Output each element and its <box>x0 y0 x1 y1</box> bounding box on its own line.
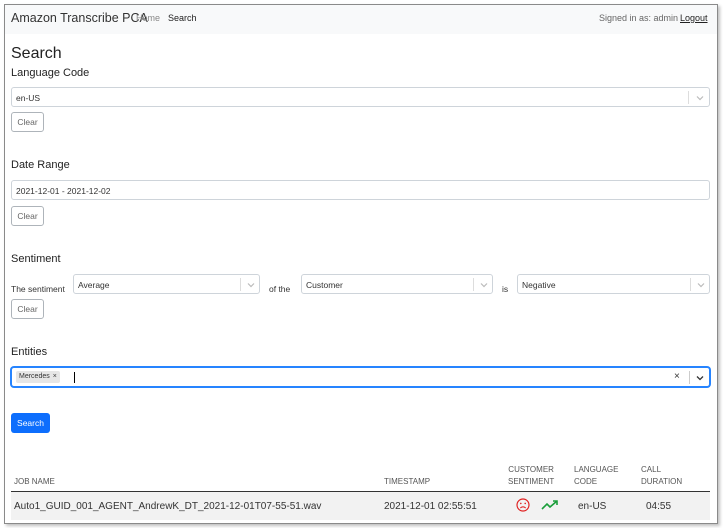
entities-heading: Entities <box>11 346 48 358</box>
nav-search-link[interactable]: Search <box>168 13 197 23</box>
sentiment-clear-button[interactable]: Clear <box>11 299 44 319</box>
table-row[interactable]: Auto1_GUID_001_AGENT_AndrewK_DT_2021-12-… <box>11 492 710 520</box>
app-window: Amazon Transcribe PCA Home Search Signed… <box>4 4 718 524</box>
page-title: Search <box>11 45 62 62</box>
text-caret <box>74 372 75 383</box>
sentiment-prefix-label: The sentiment <box>11 284 65 294</box>
header-line: LANGUAGE <box>574 465 619 474</box>
cell-call-duration: 04:55 <box>646 501 672 512</box>
date-range-clear-button[interactable]: Clear <box>11 206 44 226</box>
search-button[interactable]: Search <box>11 413 50 433</box>
date-range-heading: Date Range <box>11 159 70 171</box>
is-label: is <box>502 284 509 294</box>
cell-job-name[interactable]: Auto1_GUID_001_AGENT_AndrewK_DT_2021-12-… <box>14 501 321 512</box>
language-clear-button[interactable]: Clear <box>11 112 44 132</box>
chip-remove-icon[interactable]: × <box>53 373 57 380</box>
signed-in-label: Signed in as: admin <box>599 13 679 23</box>
chevron-down-icon[interactable] <box>478 279 490 291</box>
trending-up-icon <box>541 500 558 510</box>
cell-language-code: en-US <box>578 501 607 512</box>
entity-chip[interactable]: Mercedes × <box>16 371 60 383</box>
header-line: CALL <box>641 465 662 474</box>
header-line: CODE <box>574 477 598 486</box>
header-line: SENTIMENT <box>508 477 555 486</box>
header-line: DURATION <box>641 477 683 486</box>
sentiment-direction-select[interactable]: Negative <box>517 274 710 294</box>
select-separator <box>689 371 690 384</box>
col-header-timestamp[interactable]: TIMESTAMP <box>384 476 430 488</box>
select-separator <box>240 278 241 291</box>
chevron-down-icon[interactable] <box>694 92 706 104</box>
sentiment-aggregate-value: Average <box>78 280 110 290</box>
chevron-down-icon[interactable] <box>694 372 706 384</box>
select-separator <box>690 278 691 291</box>
select-separator <box>473 278 474 291</box>
sentiment-direction-value: Negative <box>522 280 556 290</box>
entities-multiselect[interactable]: Mercedes × × <box>11 367 710 387</box>
logout-link[interactable]: Logout <box>680 13 708 23</box>
brand-title[interactable]: Amazon Transcribe PCA <box>11 11 148 25</box>
date-range-value: 2021-12-01 - 2021-12-02 <box>16 186 111 196</box>
col-header-call-duration[interactable]: CALL DURATION <box>641 464 682 488</box>
col-header-language-code[interactable]: LANGUAGE CODE <box>574 464 618 488</box>
col-header-job-name[interactable]: JOB NAME <box>14 476 55 488</box>
select-separator <box>688 91 689 104</box>
sentiment-party-value: Customer <box>306 280 343 290</box>
entity-chip-label: Mercedes <box>19 373 50 380</box>
chevron-down-icon[interactable] <box>695 279 707 291</box>
cell-timestamp: 2021-12-01 02:55:51 <box>384 501 477 512</box>
sentiment-party-select[interactable]: Customer <box>301 274 493 294</box>
language-select[interactable]: en-US <box>11 87 710 107</box>
clear-all-icon[interactable]: × <box>674 371 680 382</box>
navbar: Amazon Transcribe PCA Home Search Signed… <box>5 5 717 34</box>
chevron-down-icon[interactable] <box>245 279 257 291</box>
header-line: CUSTOMER <box>508 465 554 474</box>
language-value: en-US <box>16 93 41 103</box>
sad-face-icon <box>516 498 530 512</box>
col-header-customer-sentiment[interactable]: CUSTOMER SENTIMENT <box>508 464 554 488</box>
of-the-label: of the <box>269 284 291 294</box>
language-heading: Language Code <box>11 67 90 79</box>
date-range-input[interactable]: 2021-12-01 - 2021-12-02 <box>11 180 710 200</box>
nav-home-link[interactable]: Home <box>136 13 160 23</box>
sentiment-heading: Sentiment <box>11 253 61 265</box>
sentiment-aggregate-select[interactable]: Average <box>73 274 260 294</box>
